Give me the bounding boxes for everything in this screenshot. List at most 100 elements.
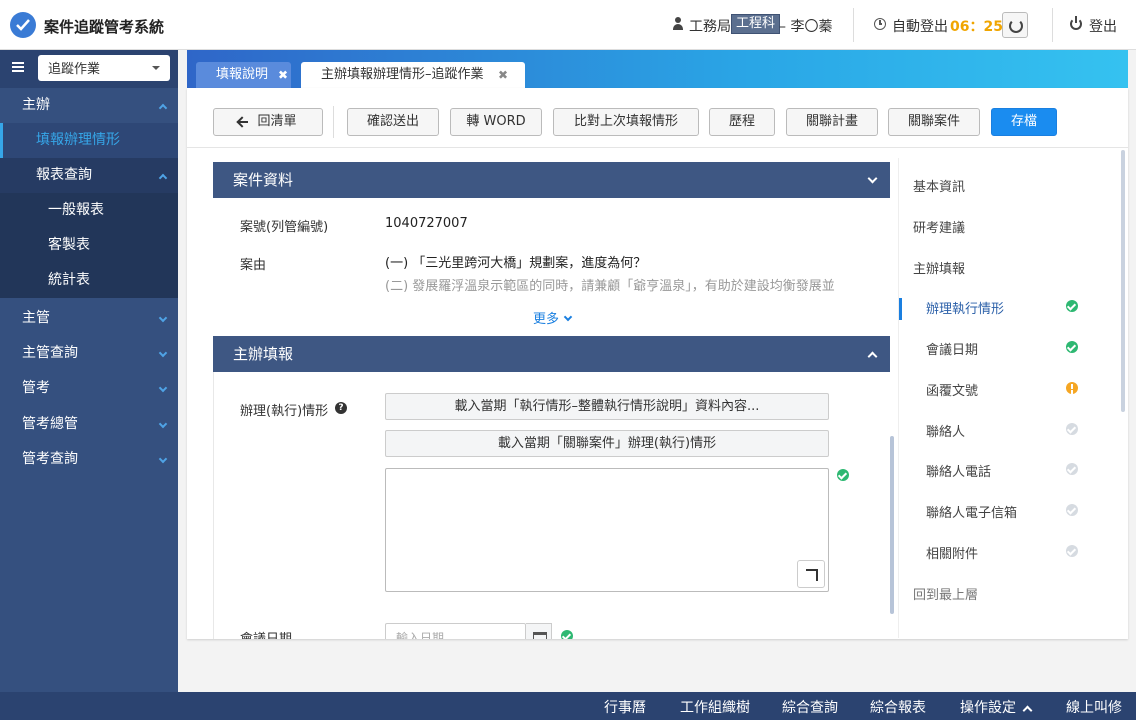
nav-contact-phone[interactable]: 聯絡人電話 [926,461,991,480]
nav-exec-status[interactable]: 辦理執行情形 [926,298,1004,317]
back-to-list-button[interactable]: 回清單 [213,108,323,136]
sidebar-item-control[interactable]: 管考 [0,371,178,406]
meeting-date-input[interactable]: 輸入日期 [385,623,526,639]
clock-icon [874,18,886,30]
sidebar-item-label: 客製表 [48,237,90,253]
user-name: – 李〇蓁 [779,19,833,35]
nav-reply-doc-no[interactable]: 函覆文號 [926,380,978,399]
tab-label: 主辦填報辦理情形–追蹤作業 [321,67,484,82]
compare-last-button[interactable]: 比對上次填報情形 [553,108,699,136]
sidebar-top: 追蹤作業 [0,50,178,88]
sidebar-item-label: 主管 [22,310,50,326]
check-circle-icon [1066,300,1078,312]
module-select[interactable]: 追蹤作業 [38,55,170,81]
load-related-cases-button[interactable]: 載入當期「關聯案件」辦理(執行)情形 [385,430,829,457]
divider [853,8,854,42]
sidebar-item-host[interactable]: 主辦 [0,88,178,123]
nav-active-indicator [899,298,902,320]
submit-button[interactable]: 確認送出 [347,108,439,136]
footer-report-link[interactable]: 綜合報表 [870,697,926,717]
logout-link[interactable]: 登出 [1089,16,1117,36]
footer-calendar-link[interactable]: 行事曆 [604,697,646,717]
divider [1052,8,1053,42]
tab-label: 填報說明 [216,67,269,82]
check-circle-icon [561,630,573,639]
top-header: 案件追蹤管考系統 工務局 工程科 – 李〇蓁 自動登出 06：25 登出 [0,0,1136,50]
nav-attachments[interactable]: 相關附件 [926,543,978,562]
chevron-up-icon [158,103,168,113]
hamburger-menu-icon[interactable] [12,62,24,72]
chevron-down-icon [158,383,168,393]
meeting-date-label: 會議日期 [240,628,292,639]
load-exec-summary-button[interactable]: 載入當期「執行情形–整體執行情形說明」資料內容... [385,393,829,420]
sidebar-item-supervisor-query[interactable]: 主管查詢 [0,336,178,371]
close-icon[interactable]: ✖ [498,62,508,88]
chevron-down-icon [158,313,168,323]
main-content: 回清單 確認送出 轉 WORD 比對上次填報情形 歷程 關聯計畫 關聯案件 存檔… [187,88,1128,639]
page-scrollbar[interactable] [1121,150,1125,412]
more-label: 更多 [533,312,560,327]
case-section-header[interactable]: 案件資料 [213,162,890,198]
warning-icon [1066,382,1078,394]
history-button[interactable]: 歷程 [709,108,775,136]
sidebar-item-label: 管考 [22,380,50,396]
chevron-down-icon [563,312,573,322]
expand-icon[interactable] [797,560,825,588]
chevron-up-icon [158,173,168,183]
footer-repair-link[interactable]: 線上叫修 [1066,697,1122,717]
related-plan-button[interactable]: 關聯計畫 [786,108,878,136]
reason-label: 案由 [240,258,267,273]
related-cases-button[interactable]: 關聯案件 [888,108,980,136]
power-icon[interactable] [1070,16,1082,30]
chevron-down-icon [867,173,878,184]
toolbar: 回清單 確認送出 轉 WORD 比對上次填報情形 歷程 關聯計畫 關聯案件 存檔 [187,88,1128,148]
sidebar-item-label: 統計表 [48,272,90,288]
sidebar-item-custom-report[interactable]: 客製表 [0,228,178,263]
sidebar-item-statistics[interactable]: 統計表 [0,263,178,298]
fade-overlay [385,292,865,306]
more-link[interactable]: 更多 [533,308,573,327]
section-title: 案件資料 [233,171,294,189]
chevron-up-icon [867,351,878,362]
chevron-down-icon [158,454,168,464]
close-icon[interactable]: ✖ [278,62,288,88]
nav-back-to-top[interactable]: 回到最上層 [913,584,978,603]
nav-basic-info[interactable]: 基本資訊 [913,176,965,195]
sidebar-item-label: 主辦 [22,97,50,113]
check-circle-icon [1066,341,1078,353]
section-nav: 基本資訊 研考建議 主辦填報 辦理執行情形 會議日期 函覆文號 聯絡人 聯絡人電… [898,158,1098,638]
tab-instructions[interactable]: 填報說明 ✖ [196,62,291,88]
nav-suggestions[interactable]: 研考建議 [913,217,965,236]
refresh-session-button[interactable] [1002,12,1028,38]
footer-org-tree-link[interactable]: 工作組織樹 [680,697,750,717]
sidebar-item-report-query[interactable]: 報表查詢 [0,158,178,193]
form-scrollbar[interactable] [890,436,894,614]
report-section-header[interactable]: 主辦填報 [213,336,890,372]
pending-check-icon [1066,545,1078,557]
sidebar: 追蹤作業 主辦 填報辦理情形 報表查詢 一般報表 客製表 統計表 主管 主管查詢… [0,50,178,692]
nav-host-report[interactable]: 主辦填報 [913,258,965,277]
export-word-button[interactable]: 轉 WORD [450,108,542,136]
sidebar-item-general-report[interactable]: 一般報表 [0,193,178,228]
nav-meeting-date[interactable]: 會議日期 [926,339,978,358]
tab-bar: 填報說明 ✖ 主辦填報辦理情形–追蹤作業 ✖ [187,50,1128,88]
nav-contact[interactable]: 聯絡人 [926,421,965,440]
sidebar-item-control-query[interactable]: 管考查詢 [0,442,178,477]
footer-query-link[interactable]: 綜合查詢 [782,697,838,717]
sidebar-item-label: 管考總管 [22,416,78,432]
exec-status-label: 辦理(執行)情形 [240,404,329,419]
sidebar-item-supervisor[interactable]: 主管 [0,301,178,336]
case-no-label: 案號(列管編號) [240,220,329,235]
save-button[interactable]: 存檔 [991,108,1057,136]
sidebar-item-control-admin[interactable]: 管考總管 [0,407,178,442]
divider [333,106,334,138]
check-logo-icon [10,12,36,38]
nav-contact-email[interactable]: 聯絡人電子信箱 [926,502,1017,521]
exec-status-textarea[interactable] [385,468,829,592]
footer-settings-link[interactable]: 操作設定 [960,697,1033,717]
sidebar-item-label: 主管查詢 [22,345,78,361]
help-icon[interactable]: ? [335,402,347,414]
tab-fill-report[interactable]: 主辦填報辦理情形–追蹤作業 ✖ [301,62,525,88]
calendar-icon[interactable] [526,623,552,639]
sidebar-item-fill-report[interactable]: 填報辦理情形 [0,123,178,158]
